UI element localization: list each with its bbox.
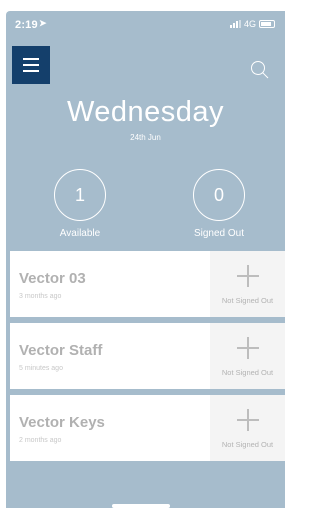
day-title: Wednesday bbox=[66, 96, 225, 128]
signed-out-stat[interactable]: 0 Signed Out bbox=[183, 169, 255, 239]
item-name: Vector Staff bbox=[19, 342, 103, 359]
network-type: 4G bbox=[243, 19, 256, 29]
action-label: Not Signed Out bbox=[221, 440, 274, 449]
hamburger-menu-icon bbox=[23, 58, 39, 60]
date-subtitle: 24th Jun bbox=[130, 133, 161, 142]
item-info: Vector 03 3 months ago bbox=[10, 251, 210, 317]
available-stat[interactable]: 1 Available bbox=[44, 169, 116, 239]
signed-out-count: 0 bbox=[193, 169, 245, 221]
action-label: Not Signed Out bbox=[221, 368, 274, 377]
signed-out-label: Signed Out bbox=[193, 228, 245, 239]
status-bar: 2:19 ➤ 4G bbox=[6, 11, 285, 37]
item-time: 5 minutes ago bbox=[19, 365, 63, 372]
item-info: Vector Keys 2 months ago bbox=[10, 395, 210, 461]
plus-icon bbox=[237, 265, 259, 287]
status-time: 2:19 bbox=[15, 19, 38, 31]
list-item[interactable]: Vector 03 3 months ago Not Signed Out bbox=[10, 251, 285, 317]
available-count: 1 bbox=[54, 169, 106, 221]
item-list: Vector 03 3 months ago Not Signed Out Ve… bbox=[10, 251, 285, 467]
list-item[interactable]: Vector Keys 2 months ago Not Signed Out bbox=[10, 395, 285, 461]
sign-out-button[interactable]: Not Signed Out bbox=[210, 395, 285, 461]
home-indicator bbox=[112, 504, 170, 508]
list-item[interactable]: Vector Staff 5 minutes ago Not Signed Ou… bbox=[10, 323, 285, 389]
battery-icon bbox=[259, 20, 275, 28]
plus-icon bbox=[237, 409, 259, 431]
sign-out-button[interactable]: Not Signed Out bbox=[210, 251, 285, 317]
cellular-signal-icon bbox=[229, 20, 241, 28]
app-screen: 2:19 ➤ 4G Wednesday 24th Jun 1 Available… bbox=[6, 11, 285, 508]
item-info: Vector Staff 5 minutes ago bbox=[10, 323, 210, 389]
location-arrow-icon: ➤ bbox=[39, 18, 47, 28]
item-name: Vector 03 bbox=[19, 270, 86, 287]
sign-out-button[interactable]: Not Signed Out bbox=[210, 323, 285, 389]
available-label: Available bbox=[59, 228, 101, 239]
item-name: Vector Keys bbox=[19, 414, 105, 431]
action-label: Not Signed Out bbox=[221, 296, 274, 305]
item-time: 3 months ago bbox=[19, 293, 62, 300]
hamburger-menu-icon-line bbox=[23, 64, 39, 66]
search-button[interactable] bbox=[249, 59, 271, 81]
status-indicators: 4G bbox=[229, 19, 275, 29]
plus-icon bbox=[237, 337, 259, 359]
item-time: 2 months ago bbox=[19, 437, 62, 444]
search-icon bbox=[251, 61, 269, 79]
menu-button[interactable] bbox=[12, 46, 50, 84]
phone-frame: 2:19 ➤ 4G Wednesday 24th Jun 1 Available… bbox=[0, 0, 285, 508]
hamburger-menu-icon-line bbox=[23, 70, 39, 72]
